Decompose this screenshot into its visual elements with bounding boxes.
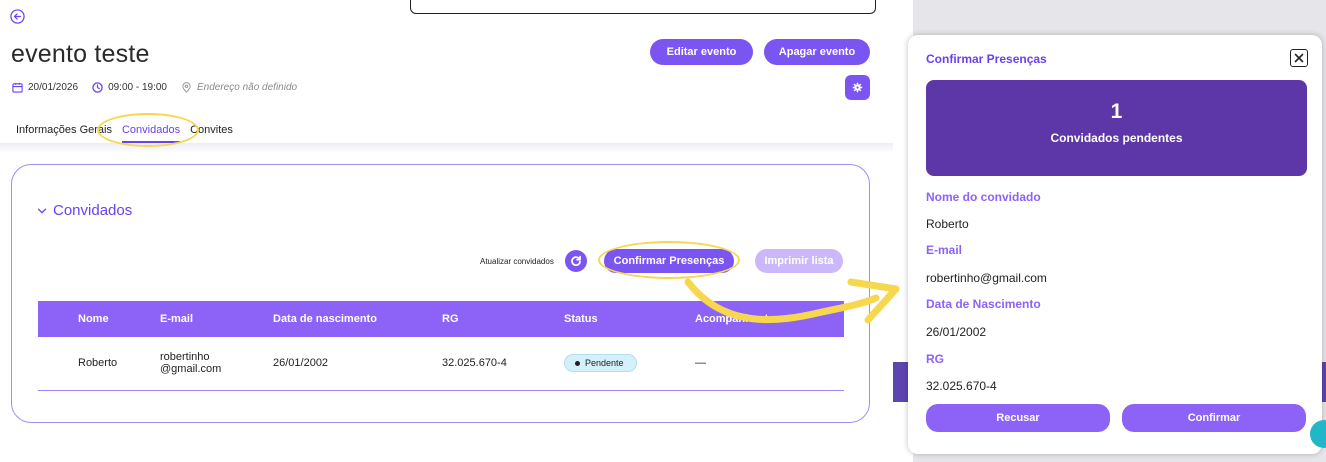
guest-email-label: E-mail [926,243,963,257]
gear-icon [852,82,863,93]
guest-email-value: robertinho@gmail.com [926,271,1047,285]
calendar-icon [12,82,23,93]
cell-nascimento: 26/01/2002 [273,337,442,391]
modal-title: Confirmar Presenças [926,52,1047,66]
button-highlight-annotation [598,241,740,279]
settings-button[interactable] [845,75,870,100]
guest-rg-value: 32.025.670-4 [926,379,997,393]
cell-email-line2: @gmail.com [160,363,222,376]
status-badge: Pendente [564,354,637,373]
event-date-text: 20/01/2026 [28,82,79,93]
guests-table: Nome E-mail Data de nascimento RG Status… [38,301,844,391]
status-dot-icon [575,360,580,366]
header-rg: RG [442,301,564,337]
reject-button[interactable]: Recusar [926,404,1110,432]
cell-acompanhantes: — [695,337,844,391]
status-badge-text: Pendente [585,358,624,369]
event-time-text: 09:00 - 19:00 [108,82,167,93]
pending-label: Convidados pendentes [1050,131,1183,145]
guest-name-value: Roberto [926,217,969,231]
confirm-attendance-modal: Confirmar Presenças 1 Convidados pendent… [908,35,1322,454]
header-data-nascimento: Data de nascimento [273,301,442,337]
close-icon[interactable] [1290,49,1308,67]
refresh-guests-button[interactable] [565,250,587,272]
guest-birthdate-value: 26/01/2002 [926,325,987,339]
close-x-icon [1294,53,1304,63]
pending-summary: 1 Convidados pendentes [926,80,1307,176]
event-title: evento teste [11,40,150,68]
event-page: evento teste 20/01/2026 09:00 - 19:00 En… [0,0,893,462]
event-meta: 20/01/2026 09:00 - 19:00 Endereço não de… [12,82,311,93]
back-arrow-icon[interactable] [10,9,25,24]
guests-section-title: Convidados [53,202,133,219]
table-row[interactable]: Roberto robertinho @gmail.com 26/01/2002… [38,337,844,391]
event-time: 09:00 - 19:00 [92,82,167,93]
header-email: E-mail [160,301,273,337]
guest-name-label: Nome do convidado [926,190,1041,204]
edit-event-button[interactable]: Editar evento [650,39,753,65]
event-address-text: Endereço não definido [197,82,298,93]
cell-email-line1: robertinho [160,351,210,364]
header-acompanhantes: Acompanhantes [695,301,844,337]
guests-card: Convidados Atualizar convidados Confirma… [11,164,870,423]
guest-birthdate-label: Data de Nascimento [926,297,1041,311]
print-list-button[interactable]: Imprimir lista [755,249,843,273]
cell-email: robertinho @gmail.com [160,337,273,391]
screenshot-stage: evento teste 20/01/2026 09:00 - 19:00 En… [0,0,1326,462]
event-date: 20/01/2026 [12,82,78,93]
guest-rg-label: RG [926,352,944,366]
pending-count: 1 [1110,100,1123,123]
cell-rg: 32.025.670-4 [442,337,564,391]
clock-icon [92,82,103,93]
refresh-guests-label: Atualizar convidados [480,257,554,266]
location-pin-icon [182,82,191,93]
chevron-down-icon [37,208,47,214]
confirm-button[interactable]: Confirmar [1122,404,1306,432]
delete-event-button[interactable]: Apagar evento [764,39,870,65]
header-status: Status [564,301,695,337]
table-header-row: Nome E-mail Data de nascimento RG Status… [38,301,844,337]
cell-nome: Roberto [38,337,160,391]
cell-status: Pendente [564,337,695,391]
event-address: Endereço não definido [181,82,297,93]
header-nome: Nome [38,301,160,337]
tab-highlight-annotation [97,113,199,147]
top-frame [410,0,876,14]
guests-section-toggle[interactable]: Convidados [37,202,132,219]
refresh-icon [571,255,581,266]
